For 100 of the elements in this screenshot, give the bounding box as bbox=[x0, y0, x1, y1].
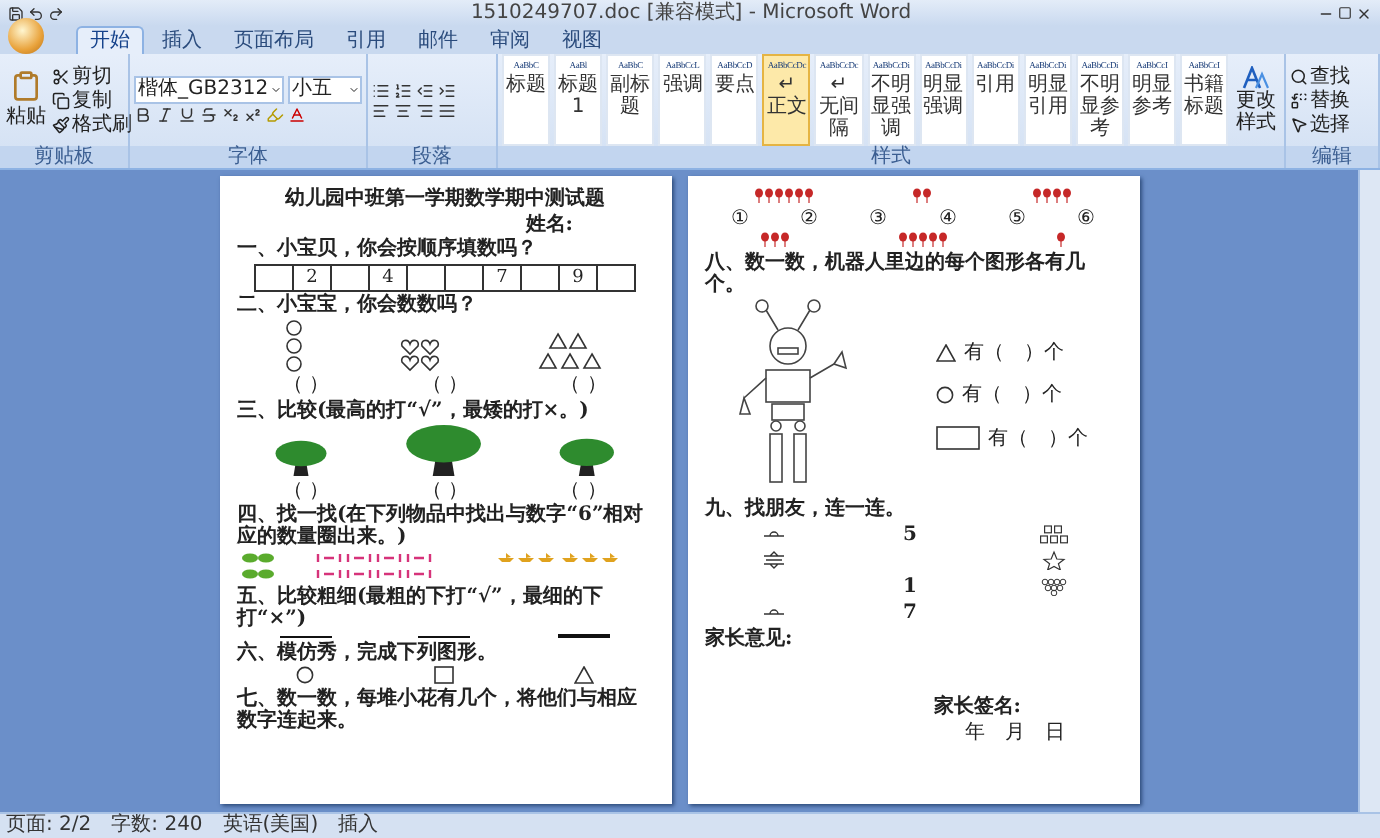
group-label: 剪贴板 bbox=[0, 146, 128, 168]
star-icon bbox=[1039, 550, 1067, 570]
count-blank: 有（ ）个 bbox=[964, 342, 1064, 364]
parent-comment-label: 家长意见: bbox=[705, 627, 795, 649]
triangle-shape bbox=[573, 666, 594, 685]
paste-button[interactable]: 粘贴 bbox=[4, 70, 48, 130]
answer-blank: （ ） bbox=[421, 479, 469, 502]
circles-drawing bbox=[284, 319, 305, 371]
align-center-icon[interactable] bbox=[394, 101, 412, 119]
match-number: 7 bbox=[903, 601, 917, 623]
clipboard-button[interactable]: 格式刷 bbox=[52, 113, 132, 135]
editing-button[interactable]: 查找 bbox=[1290, 65, 1350, 87]
line-drawing bbox=[418, 635, 471, 639]
style-label: ↵ 无间隔 bbox=[818, 74, 860, 140]
triangle-shape bbox=[936, 344, 956, 362]
grid-number: 2 bbox=[294, 265, 332, 289]
ribbon-tab[interactable]: 开始 bbox=[76, 26, 144, 54]
date-line: 年 月 日 bbox=[965, 721, 1065, 743]
group-label: 样式 bbox=[498, 146, 1284, 168]
group-label: 编辑 bbox=[1286, 146, 1378, 168]
ribbon-tab[interactable]: 页面布局 bbox=[220, 26, 328, 54]
balloons-drawing bbox=[1031, 188, 1072, 204]
close-icon[interactable] bbox=[1356, 5, 1372, 21]
font-size-field[interactable]: 小五 bbox=[288, 76, 362, 104]
bullets-icon[interactable] bbox=[372, 81, 390, 99]
align-right-icon[interactable] bbox=[416, 101, 434, 119]
triangles-drawing bbox=[537, 331, 606, 371]
ribbon-tab[interactable]: 审阅 bbox=[476, 26, 544, 54]
grid-number: 9 bbox=[560, 265, 598, 289]
question-text: 二、小宝宝，你会数数吗？ bbox=[237, 294, 479, 316]
style-label: 明显引用 bbox=[1026, 74, 1069, 118]
style-label: 标题 bbox=[505, 74, 548, 96]
grapes-drawing bbox=[1039, 576, 1067, 596]
bold-icon[interactable] bbox=[134, 106, 152, 124]
underline-icon[interactable] bbox=[178, 106, 196, 124]
styles-icon bbox=[1242, 66, 1271, 90]
group-label: 段落 bbox=[368, 146, 496, 168]
strikethrough-icon[interactable] bbox=[200, 106, 218, 124]
circled-number: ① bbox=[730, 207, 749, 229]
pointer-icon bbox=[1290, 115, 1308, 133]
circled-number: ④ bbox=[938, 207, 957, 229]
match-number: 1 bbox=[903, 575, 917, 597]
window-title: 1510249707.doc [兼容模式] - Microsoft Word bbox=[468, 0, 914, 26]
clipboard-button[interactable]: 剪切 bbox=[52, 65, 132, 87]
question-text: 四、找一找(在下列物品中找出与数字“6”相对应的数量圈出来。) bbox=[237, 504, 646, 549]
circled-number: ⑥ bbox=[1077, 207, 1096, 229]
circled-number: ③ bbox=[869, 207, 888, 229]
question-text: 八、数一数，机器人里边的每个图形各有几个。 bbox=[705, 251, 1087, 295]
style-label: 引用 bbox=[974, 74, 1017, 96]
style-label: 副标题 bbox=[609, 74, 652, 118]
align-left-icon[interactable] bbox=[372, 101, 390, 119]
ribbon-tab[interactable]: 邮件 bbox=[404, 26, 472, 54]
group-label: 字体 bbox=[130, 146, 366, 168]
editing-button[interactable]: 替换 bbox=[1290, 89, 1350, 111]
style-label: 不明显参考 bbox=[1078, 74, 1121, 140]
save-icon[interactable] bbox=[8, 5, 24, 21]
search-icon bbox=[1290, 67, 1308, 85]
style-label: 标题1 bbox=[557, 74, 600, 118]
outdent-icon[interactable] bbox=[416, 81, 434, 99]
balloons-drawing bbox=[912, 188, 933, 204]
editing-button[interactable]: 选择 bbox=[1290, 113, 1350, 135]
squares-drawing bbox=[1039, 524, 1067, 544]
question-text: 九、找朋友，连一连。 bbox=[705, 497, 907, 519]
question-text: 一、小宝贝，你会按顺序填数吗？ bbox=[237, 238, 539, 260]
clipboard-button[interactable]: 复制 bbox=[52, 89, 132, 111]
circle-shape bbox=[296, 666, 315, 685]
indent-icon[interactable] bbox=[438, 81, 456, 99]
grid-number: 4 bbox=[370, 265, 408, 289]
vertical-scrollbar[interactable] bbox=[1358, 170, 1380, 812]
numbering-icon[interactable] bbox=[394, 81, 412, 99]
question-text: 五、比较粗细(最粗的下打“√”，最细的下打“×”) bbox=[237, 586, 605, 631]
replace-icon bbox=[1290, 91, 1308, 109]
ribbon-tab[interactable]: 引用 bbox=[332, 26, 400, 54]
font-color-icon[interactable] bbox=[288, 106, 306, 124]
superscript-icon[interactable] bbox=[244, 106, 262, 124]
italic-icon[interactable] bbox=[156, 106, 174, 124]
circle-shape bbox=[936, 386, 954, 404]
status-item: 插入 bbox=[338, 814, 379, 838]
subscript-icon[interactable] bbox=[222, 106, 240, 124]
status-item: 字数: 240 bbox=[111, 814, 203, 838]
balloons-drawing bbox=[754, 188, 815, 204]
name-label: 姓名: bbox=[525, 213, 573, 235]
style-label: 明显参考 bbox=[1130, 74, 1173, 118]
line-drawing bbox=[557, 633, 610, 639]
style-label: 不明显强调 bbox=[870, 74, 913, 140]
font-name-field[interactable]: 楷体_GB2312 bbox=[134, 76, 284, 104]
style-label: 明显强调 bbox=[922, 74, 965, 118]
maximize-icon[interactable] bbox=[1338, 6, 1352, 20]
rectangle-shape bbox=[936, 426, 980, 450]
justify-icon[interactable] bbox=[438, 101, 456, 119]
circled-number: ⑤ bbox=[1007, 207, 1026, 229]
redo-icon[interactable] bbox=[48, 5, 64, 21]
ribbon-tab[interactable]: 视图 bbox=[548, 26, 616, 54]
clipboard-icon bbox=[10, 70, 42, 102]
tree-drawing bbox=[557, 438, 616, 477]
paintbrush-icon bbox=[52, 115, 70, 133]
undo-icon[interactable] bbox=[28, 5, 44, 21]
change-styles-button[interactable]: 更改样式 bbox=[1232, 66, 1281, 134]
square-shape bbox=[433, 666, 454, 685]
ribbon-tab[interactable]: 插入 bbox=[148, 26, 216, 54]
